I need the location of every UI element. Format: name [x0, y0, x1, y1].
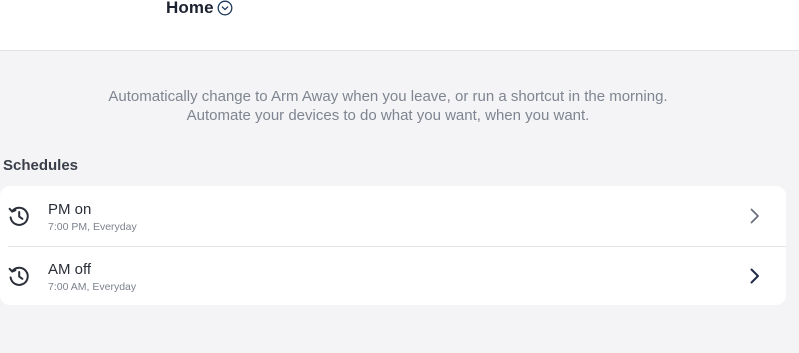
schedule-detail: 7:00 PM, Everyday [48, 221, 137, 233]
intro-line-2: Automate your devices to do what you wan… [186, 107, 590, 124]
intro-line-1: Automatically change to Arm Away when yo… [108, 88, 668, 105]
history-clock-icon [8, 206, 29, 226]
chevron-right-icon [750, 208, 759, 224]
schedule-name: AM off [48, 261, 92, 278]
schedule-detail: 7:00 AM, Everyday [48, 281, 137, 293]
home-label: Home [166, 0, 214, 17]
automation-intro: Automatically change to Arm Away when yo… [0, 87, 776, 125]
schedule-item-pm-on[interactable]: PM on 7:00 PM, Everyday [0, 186, 786, 247]
schedule-item-am-off[interactable]: AM off 7:00 AM, Everyday [0, 246, 786, 306]
chevron-right-icon [750, 268, 759, 284]
history-clock-icon [8, 266, 29, 286]
top-bar: Home [0, 0, 799, 51]
chevron-down-circle-icon [217, 0, 233, 16]
schedules-list: PM on 7:00 PM, Everyday AM off 7:00 AM, … [0, 186, 786, 305]
home-selector[interactable]: Home [166, 0, 233, 19]
schedule-name: PM on [48, 201, 92, 218]
schedules-heading: Schedules [3, 157, 79, 174]
